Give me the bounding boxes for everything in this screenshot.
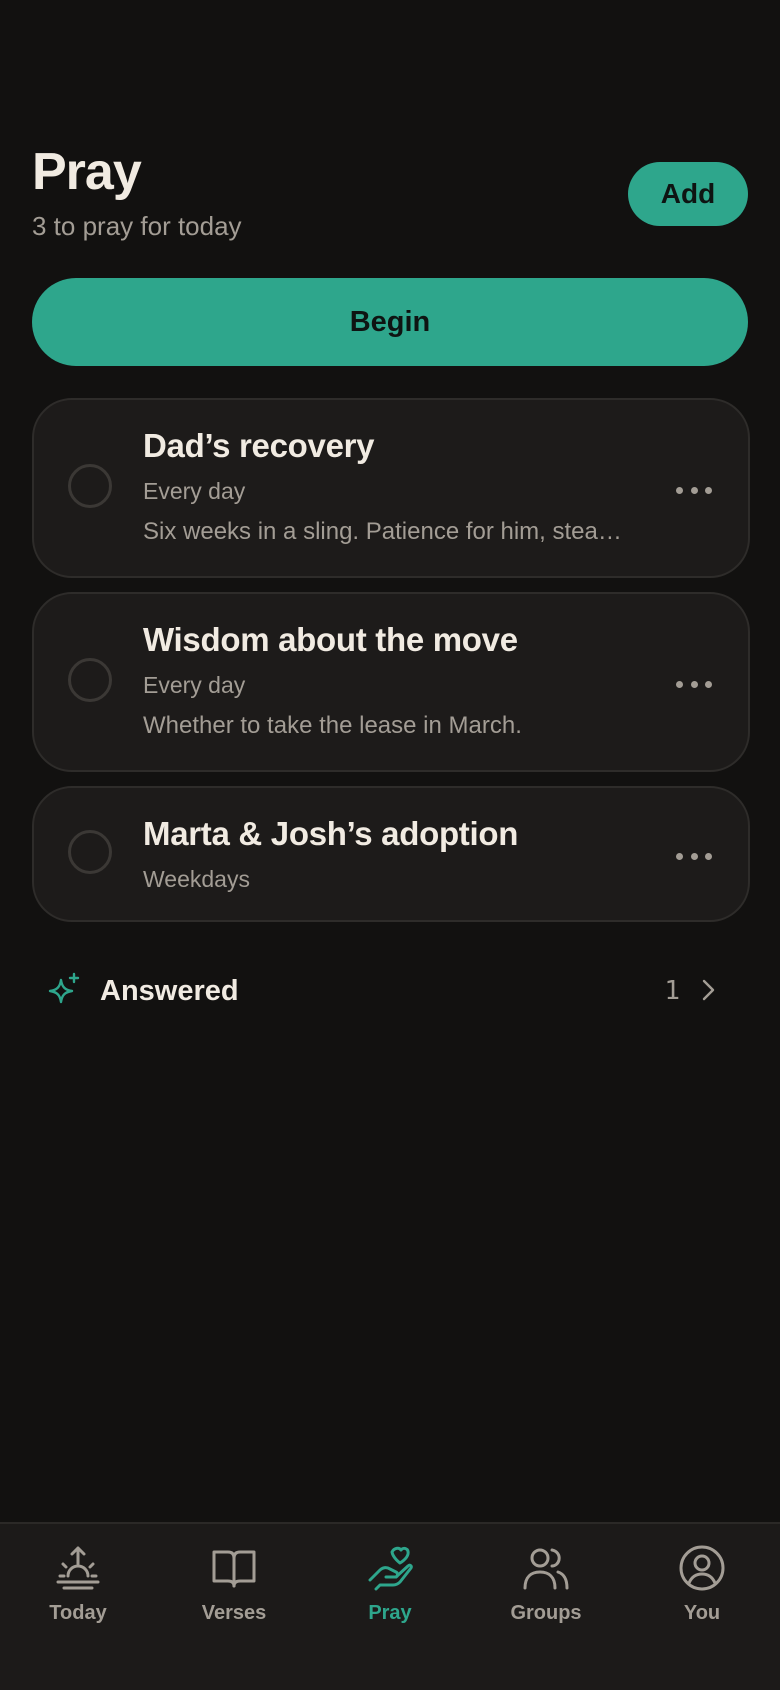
users-icon: [523, 1548, 569, 1590]
hand-heart-icon: [368, 1546, 413, 1591]
prayer-checkbox[interactable]: [68, 464, 112, 508]
tab-groups[interactable]: Groups: [486, 1544, 606, 1634]
sunrise-icon: [56, 1546, 100, 1590]
tab-label: You: [683, 1602, 721, 1624]
page-subtitle: 3 to pray for today: [32, 211, 242, 241]
tab-verses[interactable]: Verses: [174, 1544, 294, 1634]
book-icon: [212, 1550, 256, 1588]
answered-count: 1: [664, 976, 680, 1006]
chevron-right-icon: [702, 979, 715, 1001]
more-options-icon[interactable]: [676, 851, 712, 861]
prayer-card[interactable]: Dad’s recovery Every day Six weeks in a …: [32, 398, 750, 578]
prayer-card[interactable]: Marta & Josh’s adoption Weekdays: [32, 786, 750, 922]
sparkle-icon: [48, 972, 80, 1004]
more-options-icon[interactable]: [676, 485, 712, 495]
prayer-card[interactable]: Wisdom about the move Every day Whether …: [32, 592, 750, 772]
tab-pray[interactable]: Pray: [330, 1544, 450, 1634]
answered-label: Answered: [100, 975, 239, 1007]
tab-label: Pray: [368, 1602, 412, 1624]
prayer-schedule: Weekdays: [143, 866, 250, 892]
page-title: Pray: [32, 143, 142, 201]
prayer-title: Dad’s recovery: [143, 427, 375, 464]
prayer-title: Marta & Josh’s adoption: [143, 815, 519, 852]
page-header: Pray 3 to pray for today Add: [32, 140, 748, 250]
more-options-icon[interactable]: [676, 679, 712, 689]
tab-bar: Today Verses Pray Groups You: [0, 1522, 780, 1690]
add-button[interactable]: Add: [628, 162, 748, 226]
tab-label: Today: [49, 1602, 107, 1624]
tab-label: Groups: [510, 1602, 582, 1624]
begin-button[interactable]: Begin: [32, 278, 748, 366]
tab-you[interactable]: You: [642, 1544, 762, 1634]
answered-row[interactable]: Answered 1: [46, 966, 736, 1014]
tab-label: Verses: [201, 1602, 267, 1624]
prayer-checkbox[interactable]: [68, 830, 112, 874]
prayer-checkbox[interactable]: [68, 658, 112, 702]
prayer-schedule: Every day: [143, 478, 246, 504]
tab-today[interactable]: Today: [18, 1544, 138, 1634]
user-circle-icon: [679, 1545, 725, 1591]
prayer-schedule: Every day: [143, 672, 246, 698]
prayer-note: Six weeks in a sling. Patience for him, …: [143, 518, 622, 545]
prayer-title: Wisdom about the move: [143, 621, 518, 658]
prayer-note: Whether to take the lease in March.: [143, 712, 522, 739]
